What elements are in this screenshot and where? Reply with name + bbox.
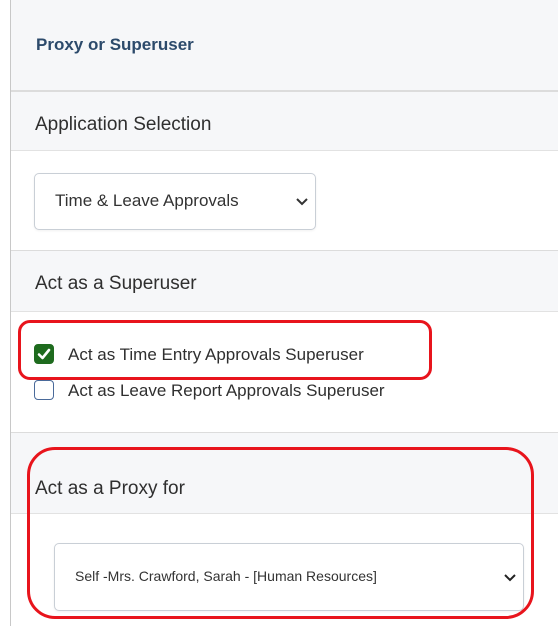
section-application-selection: Application Selection bbox=[11, 91, 558, 151]
application-select[interactable]: Time & Leave Approvals bbox=[34, 173, 316, 230]
section-superuser: Act as a Superuser bbox=[11, 250, 558, 312]
application-select-value: Time & Leave Approvals bbox=[55, 191, 239, 210]
section-title-superuser: Act as a Superuser bbox=[35, 273, 197, 294]
chevron-down-icon bbox=[296, 198, 308, 206]
annotation-highlight-superuser bbox=[18, 320, 432, 380]
checkbox-leave-report-superuser[interactable] bbox=[34, 380, 54, 400]
label-leave-report-superuser[interactable]: Act as Leave Report Approvals Superuser bbox=[68, 381, 385, 401]
annotation-highlight-proxy bbox=[27, 447, 534, 619]
panel-title: Proxy or Superuser bbox=[36, 35, 194, 54]
section-title-application-selection: Application Selection bbox=[35, 114, 212, 135]
